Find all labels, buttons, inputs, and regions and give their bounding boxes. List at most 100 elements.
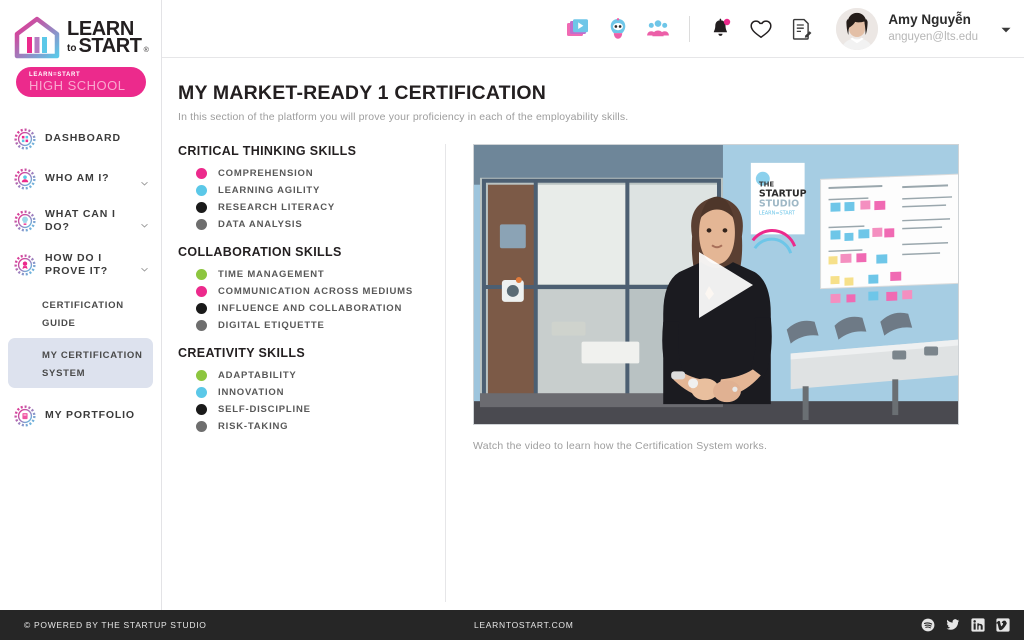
sidebar-item-dashboard[interactable]: DASHBOARD [0, 119, 161, 159]
video-thumbnail: THE STARTUP STUDIO LEARN=START [474, 145, 958, 424]
sidebar-item-who-am-i[interactable]: WHO AM I? [0, 159, 161, 199]
badge-large-text: HIGH SCHOOL [29, 77, 126, 93]
sidebar: LEARN to START ® LEARN=START HIGH SCHOOL [0, 0, 162, 610]
skill-item[interactable]: ADAPTABILITY [178, 367, 435, 384]
cog-award-icon [14, 254, 36, 276]
sidebar-item-my-portfolio[interactable]: MY PORTFOLIO [0, 396, 161, 436]
heart-icon[interactable] [748, 16, 774, 42]
skill-bullet-icon [196, 168, 207, 179]
skill-label: TIME MANAGEMENT [218, 269, 325, 280]
sidebar-subitem-certification-guide[interactable]: CERTIFICATION GUIDE [8, 288, 153, 338]
skill-item[interactable]: DIGITAL ETIQUETTE [178, 317, 435, 334]
skill-bullet-icon [196, 185, 207, 196]
svg-text:LEARN=START: LEARN=START [759, 211, 796, 217]
skill-item[interactable]: SELF-DISCIPLINE [178, 401, 435, 418]
skill-label: DIGITAL ETIQUETTE [218, 320, 325, 331]
page-subtitle: In this section of the platform you will… [178, 111, 629, 123]
sidebar-item-label: DASHBOARD [45, 132, 121, 145]
skill-item[interactable]: RISK-TAKING [178, 418, 435, 435]
skill-item[interactable]: LEARNING AGILITY [178, 182, 435, 199]
skill-item[interactable]: INNOVATION [178, 384, 435, 401]
user-name: Amy Nguyễn [888, 12, 971, 28]
skill-bullet-icon [196, 421, 207, 432]
sidebar-item-label: WHO AM I? [45, 172, 110, 185]
logo-wordmark: LEARN to START ® [67, 19, 149, 57]
skills-panel: CRITICAL THINKING SKILLS COMPREHENSION L… [162, 144, 446, 602]
footer: © POWERED BY THE STARTUP STUDIO LEARNTOS… [0, 610, 1024, 640]
skill-item[interactable]: COMMUNICATION ACROSS MEDIUMS [178, 283, 435, 300]
skill-bullet-icon [196, 303, 207, 314]
skill-label: INNOVATION [218, 387, 285, 398]
page-title: MY MARKET-READY 1 CERTIFICATION [178, 82, 547, 104]
people-group-icon[interactable] [645, 16, 671, 42]
skill-label: COMPREHENSION [218, 168, 314, 179]
skill-item[interactable]: COMPREHENSION [178, 165, 435, 182]
footer-website[interactable]: LEARNTOSTART.COM [474, 620, 574, 630]
user-info: Amy Nguyễn anguyen@lts.edu [888, 12, 978, 44]
svg-text:THE: THE [759, 181, 775, 189]
topbar-divider [689, 15, 691, 42]
sidebar-subitem-my-certification-system[interactable]: MY CERTIFICATION SYSTEM [8, 337, 153, 388]
twitter-icon[interactable] [946, 618, 960, 632]
sidebar-item-what-can-i-do[interactable]: WHAT CAN I DO? [0, 199, 161, 243]
brand-logo[interactable]: LEARN to START ® LEARN=START HIGH SCHOOL [0, 8, 161, 97]
skill-group-title: CRITICAL THINKING SKILLS [178, 144, 357, 158]
robot-mascot-icon[interactable] [605, 16, 631, 42]
skill-group-creativity: CREATIVITY SKILLS ADAPTABILITY INNOVATIO… [178, 346, 435, 435]
vimeo-icon[interactable] [995, 618, 1010, 632]
app-root: LEARN to START ® LEARN=START HIGH SCHOOL [0, 0, 1024, 640]
cog-portfolio-icon [14, 404, 36, 427]
skill-label: RISK-TAKING [218, 421, 289, 432]
svg-text:STUDIO: STUDIO [759, 199, 799, 210]
chevron-down-icon[interactable] [140, 217, 149, 228]
cog-lightbulb-icon [14, 210, 36, 232]
skill-label: LEARNING AGILITY [218, 185, 321, 196]
user-avatar [836, 7, 879, 50]
skill-item[interactable]: RESEARCH LITERACY [178, 199, 435, 216]
high-school-badge: LEARN=START HIGH SCHOOL [16, 67, 146, 97]
skill-label: INFLUENCE AND COLLABORATION [218, 303, 403, 314]
skill-label: RESEARCH LITERACY [218, 202, 336, 213]
sidebar-subitem-label: MY CERTIFICATION SYSTEM [42, 349, 143, 379]
content-panes: CRITICAL THINKING SKILLS COMPREHENSION L… [162, 144, 1024, 602]
skill-item[interactable]: INFLUENCE AND COLLABORATION [178, 300, 435, 317]
skill-label: ADAPTABILITY [218, 370, 297, 381]
skill-group-title: COLLABORATION SKILLS [178, 245, 342, 259]
chevron-down-icon[interactable] [140, 261, 149, 272]
skill-bullet-icon [196, 219, 207, 230]
skill-label: COMMUNICATION ACROSS MEDIUMS [218, 286, 413, 297]
bell-notification-icon[interactable] [708, 16, 734, 42]
chevron-down-icon[interactable] [140, 175, 149, 186]
sidebar-nav: DASHBOARD WHO AM I? WHAT CAN I DO? HOW D… [0, 119, 161, 436]
logo-to-text: to [67, 42, 77, 54]
video-library-icon[interactable] [565, 16, 591, 42]
content-area: MY MARKET-READY 1 CERTIFICATION In this … [162, 58, 1024, 610]
skill-group-collaboration: COLLABORATION SKILLS TIME MANAGEMENT COM… [178, 245, 435, 334]
house-logo-icon [14, 16, 60, 60]
notes-edit-icon[interactable] [788, 16, 814, 42]
spotify-icon[interactable] [921, 618, 935, 632]
skill-bullet-icon [196, 269, 207, 280]
body-row: LEARN to START ® LEARN=START HIGH SCHOOL [0, 0, 1024, 610]
sidebar-item-label: WHAT CAN I DO? [45, 208, 116, 234]
sidebar-item-label: HOW DO I PROVE IT? [45, 252, 109, 278]
topbar: Amy Nguyễn anguyen@lts.edu [162, 0, 1024, 58]
skill-label: SELF-DISCIPLINE [218, 404, 311, 415]
video-panel: THE STARTUP STUDIO LEARN=START Watch the… [446, 144, 1024, 602]
main-area: Amy Nguyễn anguyen@lts.edu MY MARKET-REA… [162, 0, 1024, 610]
skill-bullet-icon [196, 202, 207, 213]
logo-start-text: START [78, 35, 142, 57]
skill-item[interactable]: DATA ANALYSIS [178, 216, 435, 233]
sidebar-item-how-do-i-prove-it[interactable]: HOW DO I PROVE IT? [0, 243, 161, 287]
user-menu[interactable]: Amy Nguyễn anguyen@lts.edu [836, 7, 1012, 50]
skill-bullet-icon [196, 320, 207, 331]
video-player[interactable]: THE STARTUP STUDIO LEARN=START [473, 144, 959, 425]
user-email: anguyen@lts.edu [888, 30, 978, 43]
cog-dashboard-icon [14, 128, 36, 150]
linkedin-icon[interactable] [971, 618, 985, 632]
sidebar-item-label: MY PORTFOLIO [45, 408, 135, 421]
skill-item[interactable]: TIME MANAGEMENT [178, 266, 435, 283]
chevron-down-icon[interactable] [1000, 23, 1012, 35]
skill-group-critical-thinking: CRITICAL THINKING SKILLS COMPREHENSION L… [178, 144, 435, 233]
skill-bullet-icon [196, 286, 207, 297]
